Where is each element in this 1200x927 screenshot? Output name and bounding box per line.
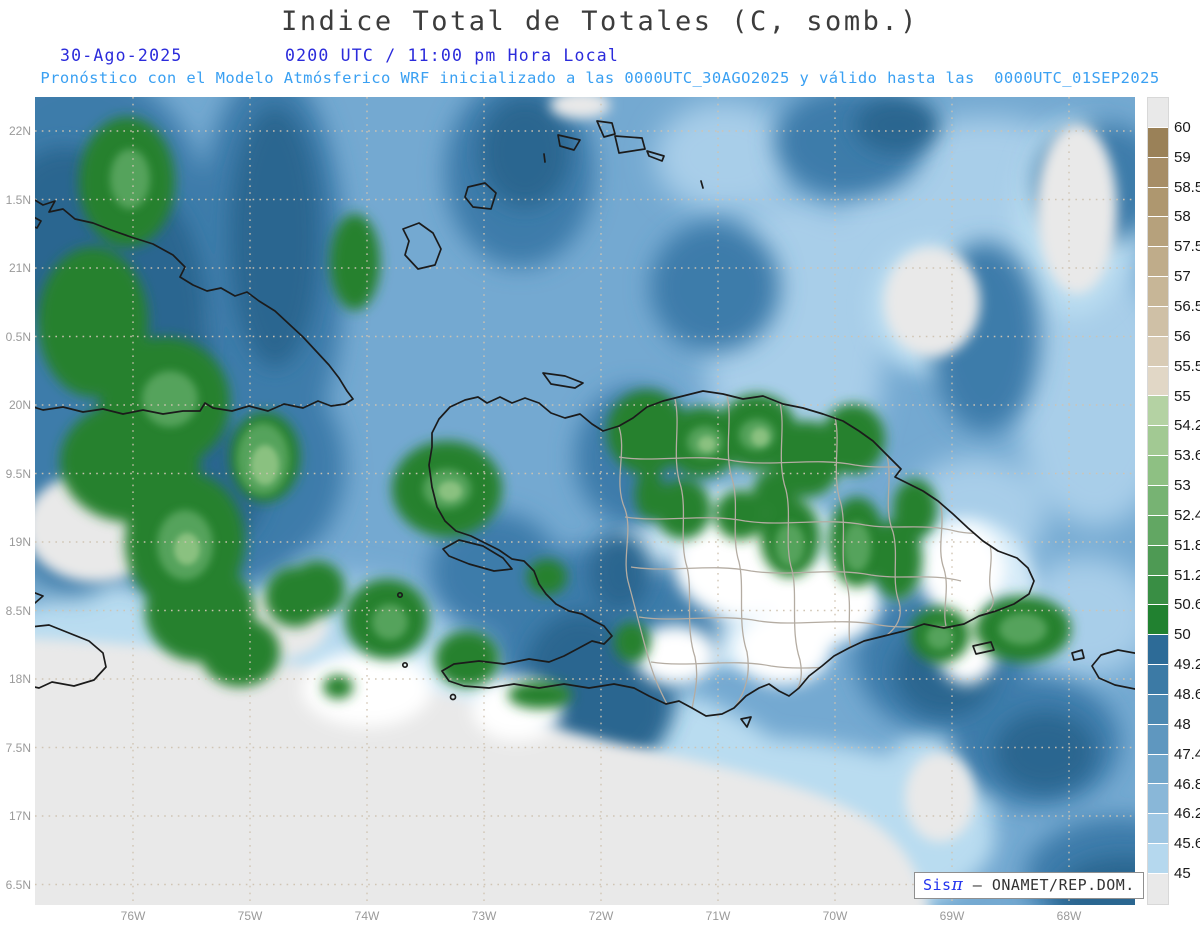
forecast-date: 30-Ago-2025 <box>60 46 183 65</box>
colorbar-tick-label: 53 <box>1174 477 1191 495</box>
longitude-tick-label: 71W <box>705 909 731 923</box>
colorbar-tick-label: 58.5 <box>1174 178 1200 196</box>
colorbar-tick-label: 57.5 <box>1174 238 1200 256</box>
longitude-tick-label: 76W <box>120 909 146 923</box>
colorbar-tick-label: 45 <box>1174 865 1191 883</box>
colorbar-segment <box>1148 366 1168 397</box>
colorbar-segment <box>1148 873 1168 904</box>
colorbar-segment <box>1148 724 1168 755</box>
latitude-tick-label: 8.5N <box>5 603 31 618</box>
colorbar-segment <box>1148 754 1168 785</box>
colorbar-tick-label: 49.2 <box>1174 656 1200 674</box>
colorbar-segment <box>1148 187 1168 218</box>
colorbar-segment <box>1148 844 1168 874</box>
longitude-tick-label: 69W <box>939 909 965 923</box>
colorbar-segment <box>1148 456 1168 486</box>
colorbar-segment <box>1148 98 1168 128</box>
latitude-tick-label: 9.5N <box>5 466 31 481</box>
colorbar-segment <box>1148 306 1168 337</box>
colorbar-segment <box>1148 247 1168 278</box>
colorbar-tick-label: 47.4 <box>1174 745 1200 763</box>
longitude-tick-label: 73W <box>471 909 497 923</box>
latitude-tick-label: 22N <box>8 124 31 138</box>
latitude-tick-label: 0.5N <box>5 329 31 344</box>
colorbar-tick-label: 51.2 <box>1174 566 1200 584</box>
latitude-tick-label: 19N <box>8 535 31 549</box>
longitude-tick-label: 72W <box>588 909 614 923</box>
colorbar-segment <box>1148 277 1168 307</box>
colorbar <box>1147 97 1169 905</box>
longitude-tick-label: 74W <box>354 909 380 923</box>
colorbar-tick-label: 46.2 <box>1174 805 1200 823</box>
colorbar-segment <box>1148 127 1168 158</box>
colorbar-tick-label: 56 <box>1174 327 1191 345</box>
colorbar-segment <box>1148 515 1168 546</box>
colorbar-tick-label: 48 <box>1174 715 1191 733</box>
attribution-organization: – ONAMET/REP.DOM. <box>963 876 1135 894</box>
colorbar-tick-label: 59 <box>1174 148 1191 166</box>
colorbar-segment <box>1148 157 1168 188</box>
attribution-pi-symbol: π <box>951 875 964 895</box>
colorbar-segment <box>1148 694 1168 725</box>
colorbar-segment <box>1148 545 1168 576</box>
colorbar-segment <box>1148 336 1168 367</box>
colorbar-tick-label: 54.2 <box>1174 417 1200 435</box>
colorbar-segment <box>1148 665 1168 695</box>
colorbar-segment <box>1148 605 1168 636</box>
latitude-tick-label: 1.5N <box>5 192 31 207</box>
colorbar-segment <box>1148 426 1168 457</box>
colorbar-tick-label: 46.8 <box>1174 775 1200 793</box>
colorbar-tick-label: 52.4 <box>1174 506 1200 524</box>
colorbar-tick-label: 57 <box>1174 268 1191 286</box>
colorbar-tick-label: 56.5 <box>1174 297 1200 315</box>
colorbar-tick-label: 55.5 <box>1174 357 1200 375</box>
colorbar-segment <box>1148 784 1168 815</box>
colorbar-tick-label: 50 <box>1174 626 1191 644</box>
longitude-tick-label: 75W <box>237 909 263 923</box>
small-cay-1 <box>543 153 546 163</box>
colorbar-tick-label: 53.6 <box>1174 447 1200 465</box>
colorbar-tick-label: 51.8 <box>1174 536 1200 554</box>
colorbar-segment <box>1148 635 1168 666</box>
attribution-box: Sisπ – ONAMET/REP.DOM. <box>914 872 1144 899</box>
colorbar-tick-label: 60 <box>1174 118 1191 136</box>
colorbar-segment <box>1148 814 1168 845</box>
colorbar-tick-label: 45.6 <box>1174 835 1200 853</box>
colorbar-segment <box>1148 217 1168 248</box>
latitude-tick-label: 17N <box>8 809 31 823</box>
latitude-tick-label: 21N <box>8 261 31 275</box>
contour-map-canvas <box>35 97 1135 905</box>
colorbar-segment <box>1148 575 1168 606</box>
model-info: Pronóstico con el Modelo Atmósferico WRF… <box>40 69 1160 87</box>
longitude-tick-label: 70W <box>822 909 848 923</box>
page-title: Indice Total de Totales (C, somb.) <box>281 6 919 37</box>
colorbar-tick-label: 58 <box>1174 208 1191 226</box>
forecast-map <box>35 97 1135 905</box>
forecast-page: Indice Total de Totales (C, somb.) 30-Ag… <box>0 0 1200 927</box>
colorbar-tick-label: 48.6 <box>1174 686 1200 704</box>
attribution-system-name: Sis <box>923 876 952 894</box>
colorbar-tick-label: 55 <box>1174 387 1191 405</box>
latitude-tick-label: 7.5N <box>5 740 31 755</box>
latitude-tick-label: 6.5N <box>5 877 31 892</box>
colorbar-tick-label: 50.6 <box>1174 596 1200 614</box>
forecast-valid-time: 0200 UTC / 11:00 pm Hora Local <box>285 46 620 65</box>
colorbar-segment <box>1148 485 1168 516</box>
latitude-tick-label: 20N <box>8 398 31 412</box>
latitude-tick-label: 18N <box>8 672 31 686</box>
colorbar-segment <box>1148 396 1168 427</box>
longitude-tick-label: 68W <box>1056 909 1082 923</box>
